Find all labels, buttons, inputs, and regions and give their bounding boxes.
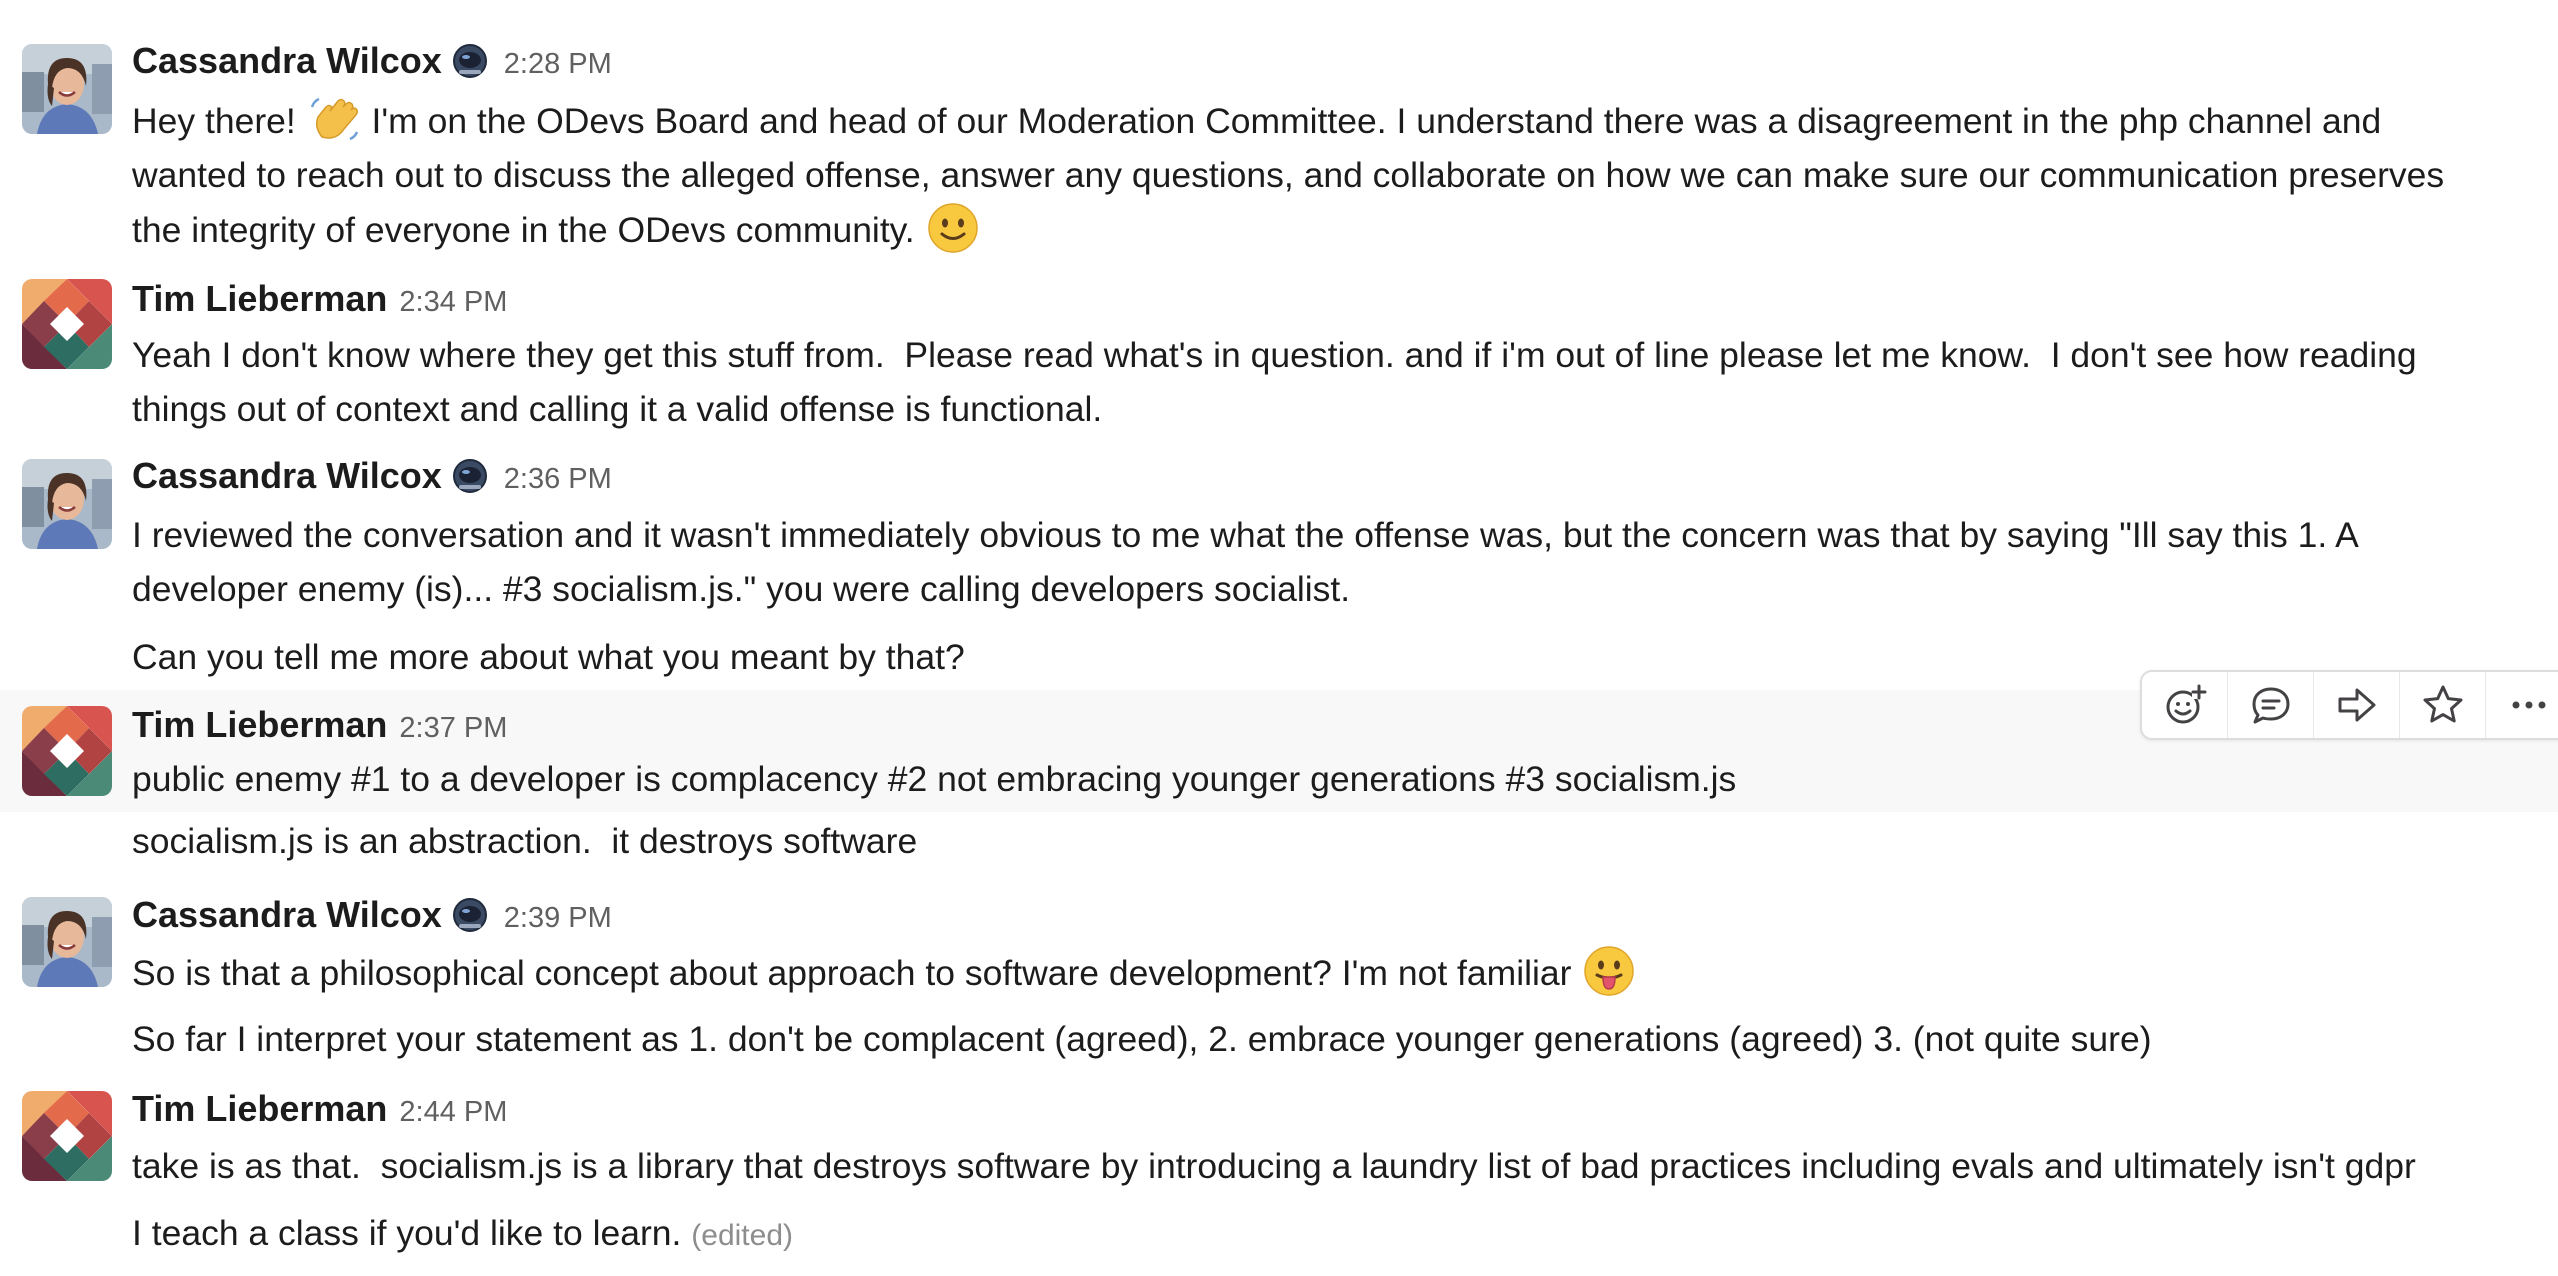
message-text-line: Yeah I don't know where they get this st… xyxy=(132,335,2417,375)
edited-label: (edited) xyxy=(691,1219,793,1252)
message: Cassandra Wilcox 2:36 PM I reviewed the … xyxy=(0,440,2558,690)
message-header: Tim Lieberman 2:37 PM xyxy=(132,704,507,746)
avatar[interactable] xyxy=(22,459,112,549)
share-message-button[interactable] xyxy=(2314,672,2400,738)
timestamp[interactable]: 2:44 PM xyxy=(399,1096,507,1129)
add-reaction-button[interactable] xyxy=(2142,672,2228,738)
astronaut-helmet-icon[interactable] xyxy=(452,458,488,494)
message-text-line: things out of context and calling it a v… xyxy=(132,389,1103,429)
message: Cassandra Wilcox 2:39 PM So is that a ph… xyxy=(0,872,2558,1072)
author-name[interactable]: Cassandra Wilcox xyxy=(132,894,442,936)
message-text-line: I reviewed the conversation and it wasn'… xyxy=(132,515,2359,555)
avatar[interactable] xyxy=(22,706,112,796)
message-text-line: wanted to reach out to discuss the alleg… xyxy=(132,155,2445,195)
waving-hand-icon xyxy=(308,93,360,145)
message-header: Cassandra Wilcox 2:36 PM xyxy=(132,455,612,497)
avatar[interactable] xyxy=(22,1091,112,1181)
message-header: Tim Lieberman 2:44 PM xyxy=(132,1088,507,1130)
save-star-icon xyxy=(2421,683,2465,727)
face-with-tongue-icon xyxy=(1583,945,1635,997)
author-name[interactable]: Cassandra Wilcox xyxy=(132,40,442,82)
message: Tim Lieberman 2:34 PM Yeah I don't know … xyxy=(0,260,2558,429)
message-actions-toolbar xyxy=(2140,670,2558,740)
timestamp[interactable]: 2:34 PM xyxy=(399,286,507,319)
reply-in-thread-button[interactable] xyxy=(2228,672,2314,738)
message-text-line: Hey there! I'm on the ODevs Board and he… xyxy=(132,93,2532,148)
slightly-smiling-face-icon xyxy=(927,202,979,254)
message-text-line: So far I interpret your statement as 1. … xyxy=(132,1019,2152,1059)
reply-in-thread-icon xyxy=(2249,683,2293,727)
message-header: Tim Lieberman 2:34 PM xyxy=(132,278,507,320)
message-header: Cassandra Wilcox 2:28 PM xyxy=(132,40,612,82)
message-text-line: socialism.js is an abstraction. it destr… xyxy=(132,821,918,861)
share-message-icon xyxy=(2335,683,2379,727)
timestamp[interactable]: 2:39 PM xyxy=(504,902,612,935)
timestamp[interactable]: 2:36 PM xyxy=(504,463,612,496)
message-text-line: take is as that. socialism.js is a libra… xyxy=(132,1146,2416,1186)
avatar[interactable] xyxy=(22,279,112,369)
message-text-line: So is that a philosophical concept about… xyxy=(132,945,2532,1000)
add-reaction-icon xyxy=(2163,683,2207,727)
message-header: Cassandra Wilcox 2:39 PM xyxy=(132,894,612,936)
avatar[interactable] xyxy=(22,897,112,987)
astronaut-helmet-icon[interactable] xyxy=(452,897,488,933)
astronaut-helmet-icon[interactable] xyxy=(452,43,488,79)
message: Cassandra Wilcox 2:28 PM Hey there! I'm … xyxy=(0,0,2558,260)
author-name[interactable]: Tim Lieberman xyxy=(132,704,387,746)
message: socialism.js is an abstraction. it destr… xyxy=(0,812,2558,872)
message-text-line: public enemy #1 to a developer is compla… xyxy=(132,759,1737,799)
message-text-line: the integrity of everyone in the ODevs c… xyxy=(132,202,2532,257)
timestamp[interactable]: 2:28 PM xyxy=(504,48,612,81)
message-text-line: developer enemy (is)... #3 socialism.js.… xyxy=(132,569,1351,609)
message: Tim Lieberman 2:44 PM take is as that. s… xyxy=(0,1072,2558,1276)
more-actions-icon xyxy=(2507,683,2551,727)
timestamp[interactable]: 2:37 PM xyxy=(399,712,507,745)
avatar[interactable] xyxy=(22,44,112,134)
author-name[interactable]: Cassandra Wilcox xyxy=(132,455,442,497)
author-name[interactable]: Tim Lieberman xyxy=(132,1088,387,1130)
message-text-line: I teach a class if you'd like to learn. … xyxy=(132,1213,793,1253)
author-name[interactable]: Tim Lieberman xyxy=(132,278,387,320)
save-star-button[interactable] xyxy=(2400,672,2486,738)
more-actions-button[interactable] xyxy=(2486,672,2558,738)
